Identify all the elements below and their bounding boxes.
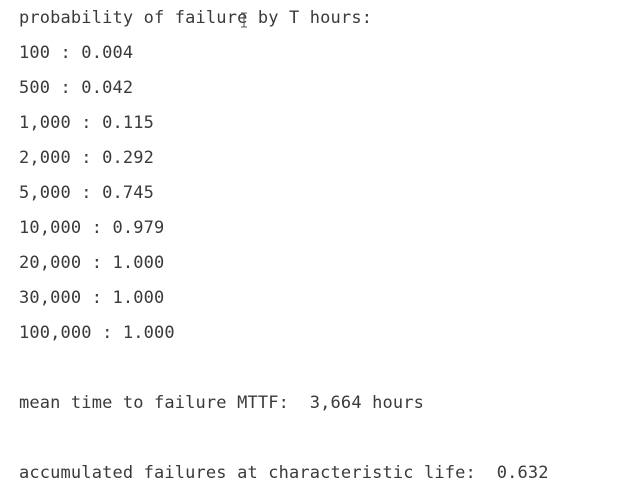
probability-row: 20,000 : 1.000 (19, 253, 165, 273)
probability-row: 10,000 : 0.979 (19, 218, 165, 238)
console-output: probability of failure by T hours: 100 :… (19, 6, 549, 496)
probability-row: 5,000 : 0.745 (19, 183, 155, 203)
characteristic-life-line: accumulated failures at characteristic l… (19, 463, 549, 483)
probability-row: 100 : 0.004 (19, 43, 134, 63)
probability-row: 100,000 : 1.000 (19, 323, 175, 343)
probability-row: 2,000 : 0.292 (19, 148, 155, 168)
probability-row: 500 : 0.042 (19, 78, 134, 98)
mttf-line: mean time to failure MTTF: 3,664 hours (19, 393, 425, 413)
probability-row: 1,000 : 0.115 (19, 113, 155, 133)
text-cursor-icon (241, 12, 247, 28)
probability-row: 30,000 : 1.000 (19, 288, 165, 308)
probability-header: probability of failure by T hours: (19, 8, 373, 28)
